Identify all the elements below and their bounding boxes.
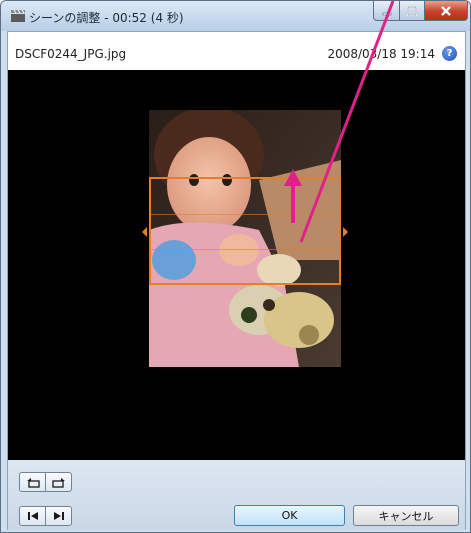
maximize-button[interactable] [399, 1, 425, 21]
ok-button[interactable]: OK [234, 505, 345, 526]
crop-guide-line-top [151, 214, 339, 215]
close-icon [441, 5, 451, 16]
minimize-button[interactable] [373, 1, 400, 21]
minimize-icon [382, 12, 391, 15]
title-bar[interactable]: シーンの調整 - 00:52 (4 秒) [1, 1, 470, 31]
film-clapper-icon [11, 10, 25, 22]
crop-frame[interactable] [149, 177, 341, 285]
skip-next-icon [53, 512, 64, 520]
info-bar: DSCF0244_JPG.jpg 2008/03/18 19:14 ? [8, 32, 465, 70]
crop-guide-line-bottom [151, 249, 339, 250]
file-name: DSCF0244_JPG.jpg [15, 47, 127, 61]
crop-right-handle[interactable] [343, 227, 348, 237]
rotate-right-button[interactable] [45, 472, 72, 492]
capture-datetime: 2008/03/18 19:14 [327, 47, 435, 61]
previous-button[interactable] [19, 506, 46, 526]
help-icon[interactable]: ? [442, 46, 457, 61]
maximize-icon [407, 5, 417, 16]
window-title: シーンの調整 - 00:52 (4 秒) [29, 11, 184, 25]
rotate-left-button[interactable] [19, 472, 46, 492]
footer-toolbar: OK キャンセル [8, 460, 465, 530]
next-button[interactable] [45, 506, 72, 526]
preview-stage [8, 70, 465, 460]
crop-left-handle[interactable] [142, 227, 147, 237]
rotate-right-icon [51, 477, 65, 488]
skip-previous-icon [27, 512, 38, 520]
cancel-button[interactable]: キャンセル [353, 505, 459, 526]
rotate-left-icon [26, 477, 40, 488]
scene-adjust-window: シーンの調整 - 00:52 (4 秒) DSCF0244_JPG.jpg 20… [0, 0, 471, 533]
close-button[interactable] [424, 1, 468, 21]
dialog-body: DSCF0244_JPG.jpg 2008/03/18 19:14 ? OK キ… [7, 31, 466, 530]
